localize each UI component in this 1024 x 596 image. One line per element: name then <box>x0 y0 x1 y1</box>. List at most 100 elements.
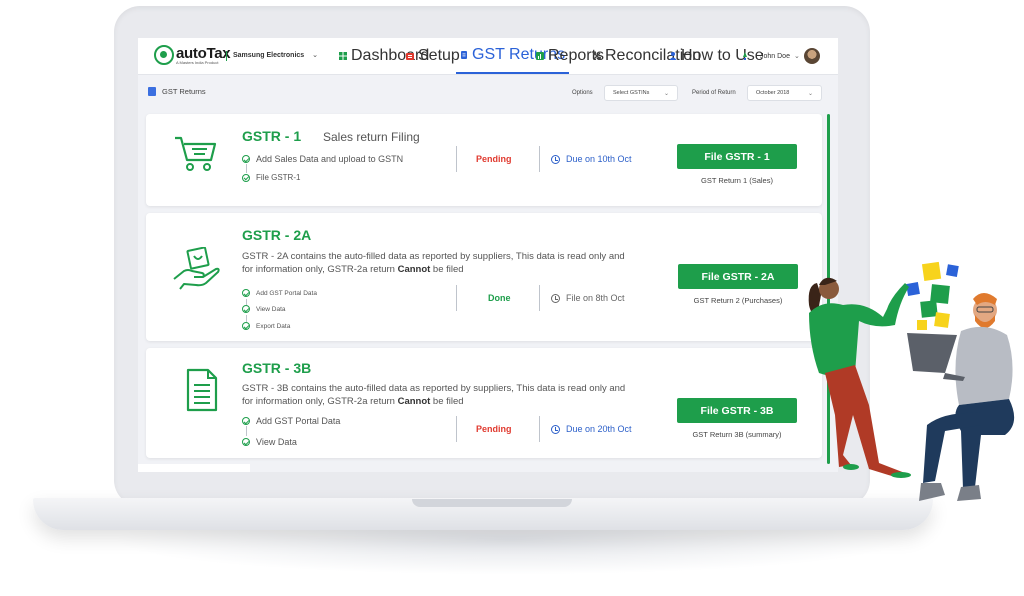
top-navbar: autoTax A Masters India Product Samsung … <box>138 38 838 75</box>
step-label: File GSTR-1 <box>256 173 301 182</box>
step-label: Add GST Portal Data <box>256 289 317 297</box>
due-text: Due on 10th Oct <box>566 154 632 164</box>
logo-subtext: A Masters India Product <box>176 60 219 65</box>
notification-icon <box>741 52 749 60</box>
step-label: Add Sales Data and upload to GSTN <box>256 154 404 164</box>
desc-text: be filed <box>430 264 464 275</box>
gstr3b-title: GSTR - 3B <box>242 360 312 376</box>
divider <box>456 285 457 311</box>
how-to-use-icon <box>669 52 677 60</box>
gstr2a-step-1: Add GST Portal Data <box>242 289 317 297</box>
desc-text: be filed <box>430 396 464 407</box>
avatar <box>803 48 820 64</box>
gstr1-title: GSTR - 1 <box>242 128 302 144</box>
gstr2a-status: Done <box>488 293 511 303</box>
dashboard-icon <box>339 52 347 60</box>
step-connector <box>246 164 247 173</box>
step-connector <box>246 315 247 322</box>
chevron-down-icon: ⌄ <box>807 90 813 97</box>
gstr2a-step-2: View Data <box>242 305 286 313</box>
desc-bold: Cannot <box>397 264 431 275</box>
divider <box>539 285 540 311</box>
divider <box>539 416 540 442</box>
gstr1-step-1: Add Sales Data and upload to GSTN <box>242 154 403 164</box>
step-label: Export Data <box>256 322 291 330</box>
period-select[interactable]: October 2018 ⌄ <box>747 85 822 101</box>
file-gstr2a-button[interactable]: File GSTR - 2A <box>678 264 798 289</box>
divider <box>456 146 457 172</box>
gstin-select[interactable]: Select GSTINs ⌄ <box>604 85 678 101</box>
gstr3b-caption: GST Return 3B (summary) <box>692 430 782 439</box>
file-gstr1-button[interactable]: File GSTR - 1 <box>677 144 797 169</box>
check-circle-icon <box>242 173 250 182</box>
gstr1-card: GSTR - 1 Sales return Filing Add Sales D… <box>146 114 822 206</box>
bottom-panel <box>138 464 250 472</box>
nav-how-to-use[interactable]: How to Use <box>669 38 764 74</box>
file-gstr3b-button[interactable]: File GSTR - 3B <box>677 398 797 423</box>
gstr1-due: Due on 10th Oct <box>551 154 632 164</box>
clock-icon <box>551 154 560 164</box>
gstr3b-status: Pending <box>476 424 512 434</box>
gstin-select-value: Select GSTINs <box>613 90 650 96</box>
gstr3b-due: Due on 20th Oct <box>551 424 632 434</box>
chevron-down-icon: ⌄ <box>312 52 319 59</box>
nav-setup-label: Setup <box>418 47 460 64</box>
app-screen: autoTax A Masters India Product Samsung … <box>138 38 838 472</box>
period-label: Period of Return <box>692 90 736 96</box>
page-title-text: GST Returns <box>162 87 206 96</box>
people-illustration <box>808 261 1015 501</box>
gstr3b-card: GSTR - 3B GSTR - 3B contains the auto-fi… <box>146 348 822 458</box>
chevron-down-icon: ⌄ <box>663 90 669 97</box>
gstr2a-caption: GST Return 2 (Purchases) <box>693 296 783 305</box>
shopping-cart-icon <box>173 134 219 174</box>
gstr2a-title: GSTR - 2A <box>242 227 312 243</box>
notification-button[interactable] <box>741 38 749 74</box>
gstr3b-description: GSTR - 3B contains the auto-filled data … <box>242 382 632 408</box>
clock-icon <box>551 293 560 303</box>
check-circle-icon <box>242 289 250 297</box>
sub-header: GST Returns Options Select GSTINs ⌄ Peri… <box>138 82 838 106</box>
period-select-value: October 2018 <box>756 90 790 96</box>
due-text: File on 8th Oct <box>566 293 625 303</box>
nav-how-to-use-label: How to Use <box>681 47 764 64</box>
check-circle-icon <box>242 305 250 313</box>
divider <box>456 416 457 442</box>
gstr3b-step-1: Add GST Portal Data <box>242 416 340 426</box>
check-circle-icon <box>242 155 250 163</box>
logo-mark <box>154 45 174 65</box>
gstr1-status: Pending <box>476 154 512 164</box>
company-selector[interactable]: Samsung Electronics ⌄ <box>226 51 318 61</box>
company-name: Samsung Electronics <box>233 52 305 59</box>
user-name: John Doe <box>760 52 790 60</box>
gstr2a-description: GSTR - 2A contains the auto-filled data … <box>242 250 632 276</box>
reports-icon <box>536 52 544 60</box>
user-menu[interactable]: John Doe ⌄ <box>760 38 820 74</box>
step-label: Add GST Portal Data <box>256 416 341 426</box>
reconcilation-icon <box>593 52 601 60</box>
gstr1-subtitle: Sales return Filing <box>323 130 420 144</box>
gstr3b-step-2: View Data <box>242 437 297 447</box>
gstr1-step-2: File GSTR-1 <box>242 173 300 182</box>
gstr2a-card: GSTR - 2A GSTR - 2A contains the auto-fi… <box>146 213 822 341</box>
step-label: View Data <box>256 305 286 313</box>
page-title: GST Returns <box>148 87 206 96</box>
check-circle-icon <box>242 417 250 425</box>
document-icon <box>186 368 218 412</box>
options-label: Options <box>572 90 593 96</box>
check-circle-icon <box>242 322 250 330</box>
gst-returns-icon <box>460 51 468 59</box>
due-text: Due on 20th Oct <box>566 424 632 434</box>
check-circle-icon <box>242 438 250 446</box>
gstr2a-step-3: Export Data <box>242 322 290 330</box>
autotax-logo[interactable]: autoTax A Masters India Product <box>154 45 231 67</box>
step-connector <box>246 426 247 436</box>
clock-icon <box>551 424 560 434</box>
hand-box-icon <box>172 247 222 293</box>
document-icon <box>148 87 156 96</box>
gstr1-caption: GST Return 1 (Sales) <box>701 176 773 185</box>
nav-setup[interactable]: Setup <box>406 38 460 74</box>
setup-icon <box>406 52 414 60</box>
desc-bold: Cannot <box>397 396 431 407</box>
gstr2a-due: File on 8th Oct <box>551 293 625 303</box>
divider <box>539 146 540 172</box>
